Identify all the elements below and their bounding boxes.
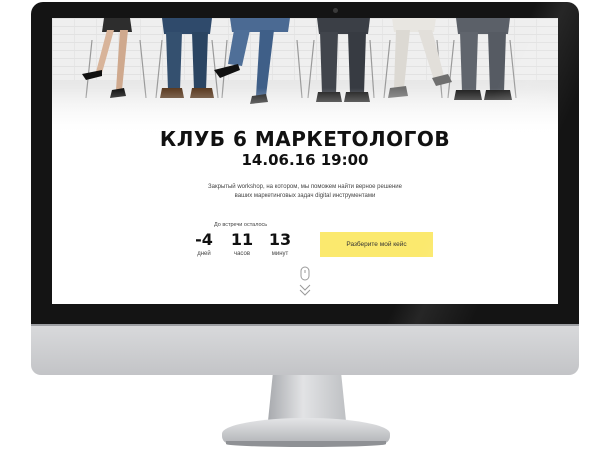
scroll-down-indicator[interactable] [297, 266, 313, 300]
mouse-scroll-icon [300, 266, 310, 281]
monitor-chin [31, 324, 579, 375]
countdown-hours-unit: часов [233, 251, 251, 257]
countdown-hours-value: 11 [230, 230, 254, 249]
page-title: КЛУБ 6 МАРКЕТОЛОГОВ [159, 127, 451, 151]
event-datetime: 14.06.16 19:00 [241, 151, 369, 169]
countdown-minutes: 13 минут [262, 230, 298, 258]
countdown-minutes-value: 13 [268, 230, 292, 249]
countdown-label: До встречи осталось [214, 222, 268, 228]
countdown-hours: 11 часов [224, 230, 260, 258]
chin-edge [31, 324, 579, 326]
double-chevron-down-icon [299, 284, 311, 296]
website-screen: КЛУБ 6 МАРКЕТОЛОГОВ 14.06.16 19:00 Закры… [52, 18, 558, 304]
countdown-days: -4 дней [186, 230, 222, 258]
countdown-days-value: -4 [195, 230, 213, 249]
camera-icon [333, 8, 338, 13]
hero-image [52, 18, 558, 136]
countdown-minutes-unit: минут [271, 251, 289, 257]
monitor-stand-base-edge [226, 441, 386, 447]
countdown-days-unit: дней [197, 251, 211, 257]
review-case-button[interactable]: Разберите мой кейс [320, 232, 433, 257]
monitor-stand-neck [268, 375, 346, 421]
description-line: ваших маркетинговых задач digital инстру… [234, 193, 376, 199]
event-description: Закрытый workshop, на котором, мы поможе… [200, 183, 410, 201]
description-line: Закрытый workshop, на котором, мы поможе… [208, 184, 402, 190]
